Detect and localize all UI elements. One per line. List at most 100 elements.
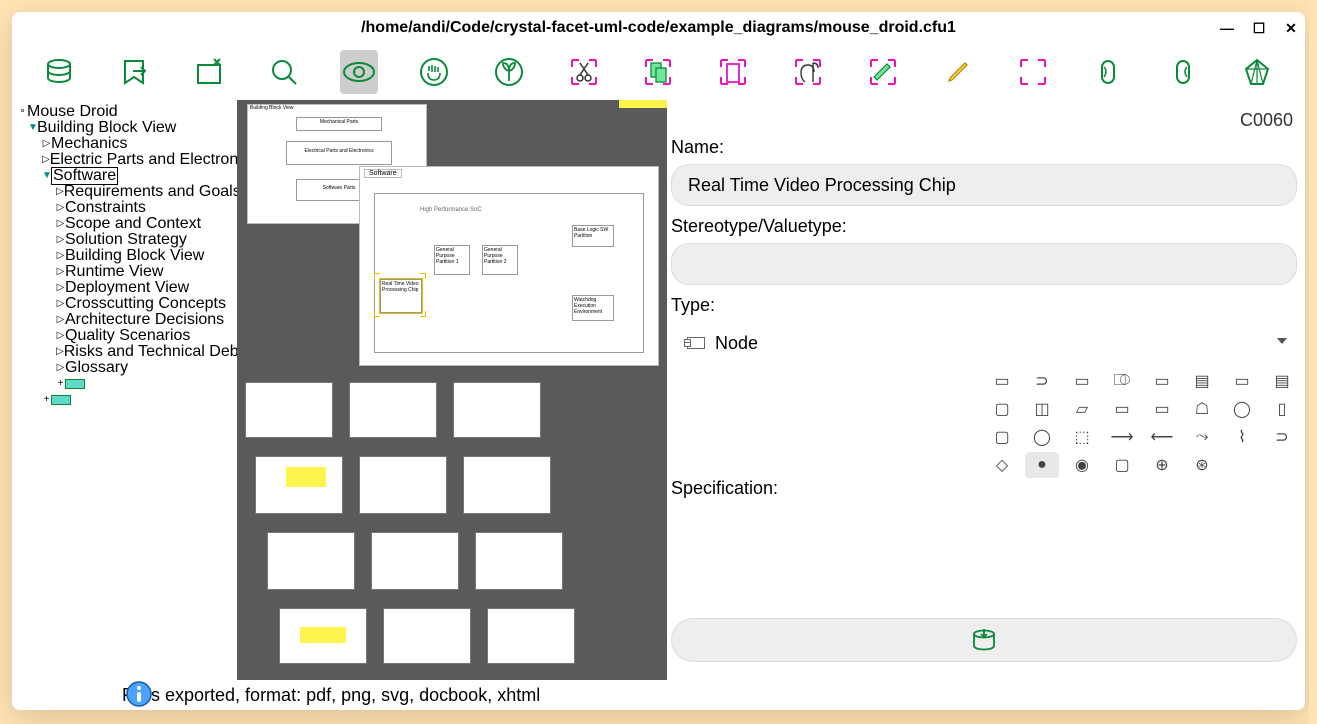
thumb[interactable] <box>255 456 343 514</box>
palette-item-selected[interactable]: ● <box>1025 452 1059 478</box>
palette-item[interactable]: ▢ <box>985 396 1019 422</box>
tree-sw-j[interactable]: Quality Scenarios <box>65 328 190 344</box>
node-gpp2[interactable]: General Purpose Partition 2 <box>482 245 518 275</box>
palette-item[interactable]: ⤳ <box>1185 424 1219 450</box>
palette-item[interactable]: ▭ <box>1225 368 1259 394</box>
node-icon <box>687 337 705 349</box>
palette-item[interactable]: ⌇ <box>1225 424 1259 450</box>
tree-new-sibling-icon[interactable] <box>51 395 71 405</box>
paste-button[interactable] <box>714 50 753 94</box>
palette-item[interactable]: ⊃ <box>1265 424 1299 450</box>
palette-item[interactable]: ▭ <box>1145 396 1179 422</box>
thumb[interactable] <box>453 382 541 438</box>
redo-button[interactable] <box>1163 50 1202 94</box>
pan-button[interactable] <box>414 50 453 94</box>
palette-item[interactable]: ⟶ <box>1105 424 1139 450</box>
palette-item[interactable]: ◫ <box>1025 396 1059 422</box>
node-gpp1[interactable]: General Purpose Partition 1 <box>434 245 470 275</box>
thumb[interactable] <box>349 382 437 438</box>
tree-sw-g[interactable]: Deployment View <box>65 280 189 296</box>
status-text: Files exported, format: pdf, png, svg, d… <box>122 685 540 706</box>
thumb[interactable] <box>279 608 367 664</box>
palette-item[interactable] <box>1225 452 1259 478</box>
palette-item[interactable]: ◯ <box>1225 396 1259 422</box>
node-watchdog[interactable]: Watchdog Execution Environment <box>572 295 614 321</box>
tree-sw-a[interactable]: Requirements and Goals <box>64 184 237 200</box>
palette-item[interactable]: ⬚ <box>1065 424 1099 450</box>
type-palette[interactable]: ▭ ⊃ ▭ ⎄ ▭ ▤ ▭ ▤ ▢ ◫ ▱ ▭ ▭ ☖ ◯ ▯ ▢ ◯ ⬚ ⟶ <box>985 368 1299 478</box>
search-button[interactable] <box>265 50 304 94</box>
name-field[interactable]: Real Time Video Processing Chip <box>671 164 1297 206</box>
tree-mechanics[interactable]: Mechanics <box>51 136 127 152</box>
tree-sw-h[interactable]: Crosscutting Concepts <box>65 296 226 312</box>
tree-sw-c[interactable]: Scope and Context <box>65 216 201 232</box>
tree-electronics[interactable]: Electric Parts and Electronics <box>50 152 237 168</box>
palette-item[interactable]: ⟵ <box>1145 424 1179 450</box>
thumb[interactable] <box>463 456 551 514</box>
tree-sw-d[interactable]: Solution Strategy <box>65 232 187 248</box>
tree-sw-k[interactable]: Risks and Technical Debts <box>64 344 237 360</box>
palette-item[interactable]: ▭ <box>1105 396 1139 422</box>
commit-button[interactable] <box>671 618 1297 662</box>
new-element-button[interactable] <box>489 50 528 94</box>
thumb[interactable] <box>371 532 459 590</box>
stereotype-field[interactable] <box>671 243 1297 285</box>
palette-item[interactable]: ▯ <box>1265 396 1299 422</box>
highlight-button[interactable] <box>864 50 903 94</box>
palette-item[interactable] <box>1265 452 1299 478</box>
database-button[interactable] <box>40 50 79 94</box>
delete-button[interactable] <box>789 50 828 94</box>
reset-selection-button[interactable] <box>1013 50 1052 94</box>
tree-sw-b[interactable]: Constraints <box>65 200 146 216</box>
palette-item[interactable]: ▤ <box>1185 368 1219 394</box>
palette-item[interactable]: ⎄ <box>1105 368 1139 394</box>
type-dropdown[interactable]: Node <box>671 322 1297 364</box>
properties-panel: C0060 Name: Real Time Video Processing C… <box>667 100 1305 680</box>
thumb[interactable] <box>487 608 575 664</box>
copy-button[interactable] <box>639 50 678 94</box>
tree-root[interactable]: Mouse Droid <box>27 104 118 120</box>
tree-new-child-icon[interactable] <box>65 379 85 389</box>
palette-item[interactable]: ▤ <box>1265 368 1299 394</box>
palette-item[interactable]: ⊕ <box>1145 452 1179 478</box>
diagram-title: High Performance SoC <box>420 207 482 213</box>
thumb[interactable] <box>359 456 447 514</box>
diagram-canvas[interactable]: Building Block View Mechanical Parts Ele… <box>237 100 667 680</box>
tree-sw-e[interactable]: Building Block View <box>65 248 204 264</box>
node-baselogic[interactable]: Base Logic SW Partition <box>572 225 614 247</box>
view-button[interactable] <box>340 50 379 94</box>
palette-item[interactable]: ▭ <box>1065 368 1099 394</box>
tree-sw-f[interactable]: Runtime View <box>65 264 163 280</box>
export-button[interactable] <box>115 50 154 94</box>
new-window-button[interactable] <box>190 50 229 94</box>
palette-item[interactable]: ◉ <box>1065 452 1099 478</box>
about-button[interactable] <box>1238 50 1277 94</box>
window-maximize-button[interactable]: ☐ <box>1249 20 1269 37</box>
tree-sw-i[interactable]: Architecture Decisions <box>65 312 224 328</box>
palette-item[interactable]: ▭ <box>1145 368 1179 394</box>
thumb[interactable] <box>267 532 355 590</box>
window-close-button[interactable]: ✕ <box>1281 20 1301 37</box>
sprout-icon <box>494 57 524 87</box>
edit-button[interactable] <box>939 50 978 94</box>
palette-item[interactable]: ▭ <box>985 368 1019 394</box>
palette-item[interactable]: ⊛ <box>1185 452 1219 478</box>
thumb[interactable] <box>475 532 563 590</box>
undo-button[interactable] <box>1088 50 1127 94</box>
node-rt-chip[interactable]: Real Time Video Processing Chip <box>380 279 422 313</box>
type-value: Node <box>715 333 758 354</box>
thumb[interactable] <box>245 382 333 438</box>
window-minimize-button[interactable]: — <box>1217 20 1237 36</box>
thumb[interactable] <box>383 608 471 664</box>
tree-l1[interactable]: Building Block View <box>37 120 176 136</box>
palette-item[interactable]: ▢ <box>985 424 1019 450</box>
palette-item[interactable]: ◇ <box>985 452 1019 478</box>
palette-item[interactable]: ◯ <box>1025 424 1059 450</box>
palette-item[interactable]: ☖ <box>1185 396 1219 422</box>
tree-sw-l[interactable]: Glossary <box>65 360 128 376</box>
tree-sidebar[interactable]: ∘Mouse Droid ▼Building Block View ▷Mecha… <box>12 100 237 680</box>
cut-button[interactable] <box>564 50 603 94</box>
palette-item[interactable]: ▢ <box>1105 452 1139 478</box>
palette-item[interactable]: ⊃ <box>1025 368 1059 394</box>
palette-item[interactable]: ▱ <box>1065 396 1099 422</box>
